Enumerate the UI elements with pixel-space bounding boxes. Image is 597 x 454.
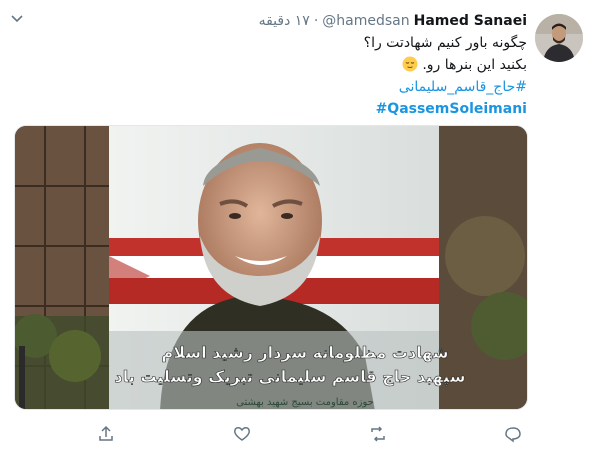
timestamp[interactable]: ۱۷ دقیقه: [259, 13, 310, 29]
chevron-down-icon[interactable]: [10, 12, 24, 26]
reply-icon[interactable]: [503, 424, 523, 444]
tweet-line-2-row: بکنید این بنرها رو.: [87, 54, 527, 76]
banner-text-line-3: حوزه مقاومت بسیج شهید بهشتی: [236, 397, 374, 408]
avatar[interactable]: [535, 14, 583, 62]
tweet-line-2: بکنید این بنرها رو.: [422, 57, 527, 73]
banner-text-line-1: شهادت مظلومانه سردار رشید اسلام: [162, 343, 449, 362]
author-handle[interactable]: @hamedsan: [322, 13, 409, 29]
retweet-icon[interactable]: [368, 424, 388, 444]
share-icon[interactable]: [96, 424, 116, 444]
tweet-actions: [0, 424, 597, 448]
hashtag-fa[interactable]: #حاج_قاسم_سلیمانی: [87, 76, 527, 98]
tweet-header: Hamed Sanaei @hamedsan · ۱۷ دقیقه: [259, 10, 527, 32]
relieved-face-emoji-icon: [402, 56, 418, 72]
tweet-line-1: چگونه باور کنیم شهادتت را؟: [363, 35, 527, 51]
banner-text-line-2: سپهبد حاج قاسم سلیمانی تبریک وتسلیت باد: [115, 367, 466, 387]
heart-icon[interactable]: [232, 424, 252, 444]
tweet-photo[interactable]: شهادت مظلومانه سردار رشید اسلام سپهبد حا…: [14, 125, 528, 410]
author-name[interactable]: Hamed Sanaei: [414, 13, 527, 29]
tweet-text: چگونه باور کنیم شهادتت را؟ بکنید این بنر…: [87, 32, 527, 120]
banner-photo: شهادت مظلومانه سردار رشید اسلام سپهبد حا…: [15, 126, 527, 409]
hashtag-en-row: #QassemSoleimani: [87, 98, 527, 120]
hashtag-en[interactable]: #QassemSoleimani: [376, 101, 527, 117]
tweet: Hamed Sanaei @hamedsan · ۱۷ دقیقه چگونه …: [0, 0, 597, 454]
separator-dot: ·: [313, 13, 319, 29]
